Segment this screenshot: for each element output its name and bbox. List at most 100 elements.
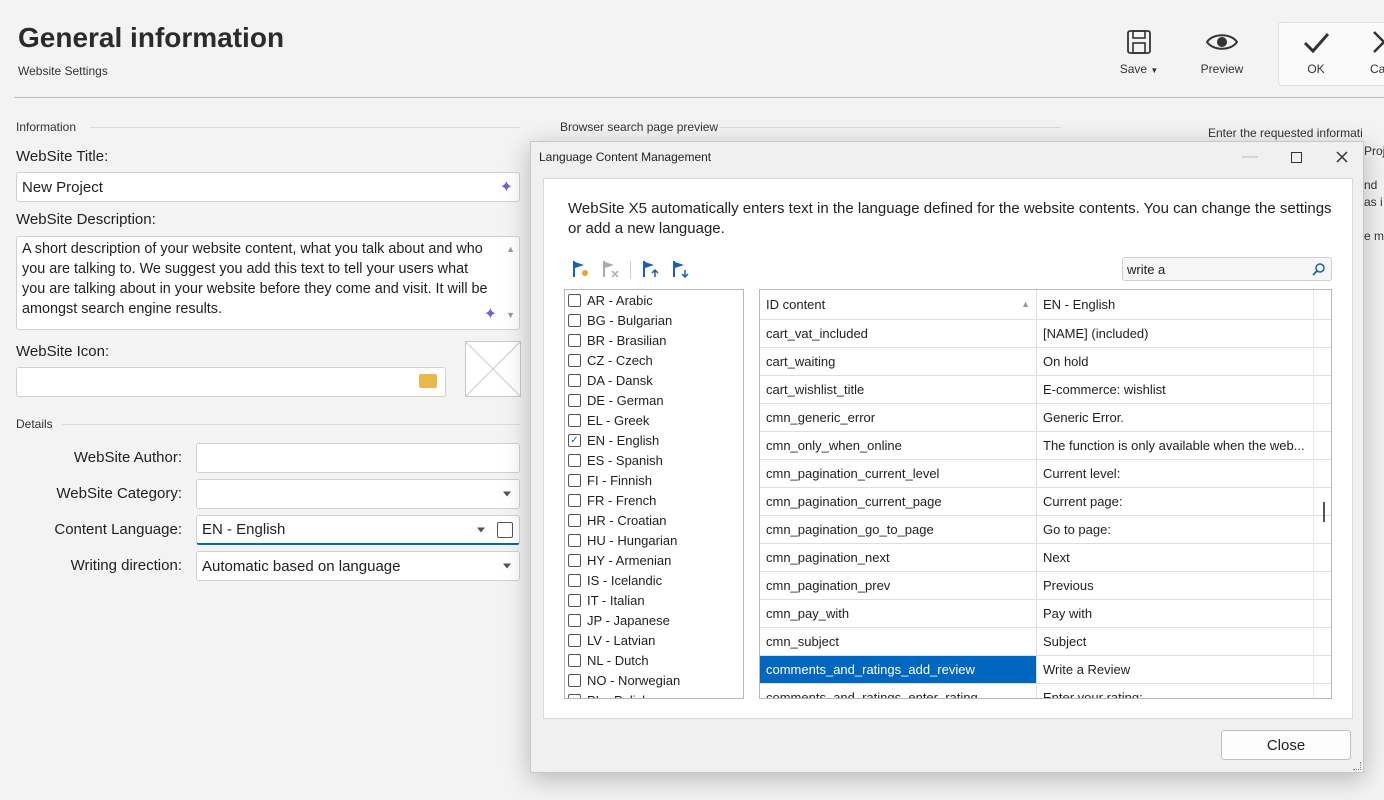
table-row[interactable]: cart_vat_included [NAME] (included) — [760, 320, 1331, 348]
table-row[interactable]: cmn_pagination_current_page Current page: — [760, 488, 1331, 516]
checkbox[interactable] — [568, 293, 581, 307]
content-language-select[interactable]: EN - English — [196, 515, 520, 545]
export-language-button[interactable] — [670, 259, 692, 281]
checkbox[interactable] — [568, 653, 581, 667]
table-row[interactable]: cmn_pay_with Pay with — [760, 600, 1331, 628]
language-item[interactable]: DE - German — [565, 390, 743, 410]
website-icon-field[interactable] — [16, 367, 446, 397]
save-button[interactable]: Save ▼ — [1107, 28, 1171, 84]
content-id-cell[interactable]: cmn_pagination_current_page — [760, 488, 1037, 515]
table-row[interactable]: cmn_pagination_next Next — [760, 544, 1331, 572]
content-value-cell[interactable]: Next — [1037, 544, 1314, 571]
dialog-close-button[interactable]: Close — [1221, 730, 1351, 760]
language-item[interactable]: IS - Icelandic — [565, 570, 743, 590]
language-item[interactable]: FR - French — [565, 490, 743, 510]
checkbox[interactable] — [568, 673, 581, 687]
checkbox[interactable] — [568, 493, 581, 507]
ai-sparkle-icon[interactable]: ✦ — [484, 305, 497, 325]
content-id-cell[interactable]: cmn_pagination_current_level — [760, 460, 1037, 487]
dialog-close-x-button[interactable] — [1319, 142, 1365, 172]
content-value-cell[interactable]: Generic Error. — [1037, 404, 1314, 431]
website-title-field[interactable]: New Project ✦ — [16, 172, 520, 202]
remove-language-button[interactable] — [600, 259, 622, 281]
table-row[interactable]: cart_wishlist_title E-commerce: wishlist — [760, 376, 1331, 404]
content-id-cell[interactable]: cart_vat_included — [760, 320, 1037, 347]
checkbox[interactable] — [568, 513, 581, 527]
content-value-cell[interactable]: On hold — [1037, 348, 1314, 375]
language-item[interactable]: JP - Japanese — [565, 610, 743, 630]
language-item[interactable]: AR - Arabic — [565, 290, 743, 310]
resize-grip[interactable] — [1353, 762, 1361, 770]
table-row[interactable]: cmn_generic_error Generic Error. — [760, 404, 1331, 432]
scroll-down-icon[interactable]: ▼ — [506, 305, 515, 325]
import-language-button[interactable] — [640, 259, 662, 281]
content-id-cell[interactable]: cmn_subject — [760, 628, 1037, 655]
content-value-cell[interactable]: Write a Review — [1037, 656, 1314, 683]
writing-direction-select[interactable]: Automatic based on language — [196, 551, 520, 581]
checkbox[interactable] — [568, 473, 581, 487]
content-value-cell[interactable]: Pay with — [1037, 600, 1314, 627]
checkbox[interactable] — [568, 533, 581, 547]
preview-button[interactable]: Preview — [1190, 28, 1254, 84]
checkbox[interactable] — [568, 573, 581, 587]
table-row[interactable]: comments_and_ratings_enter_rating Enter y… — [760, 684, 1331, 698]
language-item[interactable]: IT - Italian — [565, 590, 743, 610]
scroll-up-icon[interactable]: ▲ — [506, 239, 515, 259]
language-item[interactable]: HU - Hungarian — [565, 530, 743, 550]
table-row[interactable]: cmn_only_when_online The function is only… — [760, 432, 1331, 460]
search-icon[interactable] — [1312, 263, 1325, 276]
ok-button[interactable]: OK — [1284, 28, 1348, 84]
table-row[interactable]: cmn_pagination_go_to_page Go to page: — [760, 516, 1331, 544]
content-value-cell[interactable]: Current level: — [1037, 460, 1314, 487]
content-id-cell[interactable]: cmn_pagination_prev — [760, 572, 1037, 599]
folder-icon[interactable] — [419, 374, 437, 388]
website-icon-preview[interactable] — [465, 341, 521, 397]
checkbox[interactable] — [568, 373, 581, 387]
content-value-cell[interactable]: Enter your rating: — [1037, 684, 1314, 698]
checkbox[interactable] — [568, 353, 581, 367]
column-header-id[interactable]: ID content ▲ — [760, 290, 1037, 319]
language-item[interactable]: BG - Bulgarian — [565, 310, 743, 330]
checkbox[interactable] — [568, 393, 581, 407]
ai-sparkle-icon[interactable]: ✦ — [500, 177, 513, 197]
content-id-cell[interactable]: cart_wishlist_title — [760, 376, 1037, 403]
checkbox[interactable] — [568, 553, 581, 567]
table-row[interactable]: cmn_pagination_current_level Current leve… — [760, 460, 1331, 488]
table-row[interactable]: comments_and_ratings_add_review Write a R… — [760, 656, 1331, 684]
cancel-button[interactable]: Ca — [1350, 28, 1384, 84]
content-id-cell[interactable]: cmn_pagination_next — [760, 544, 1037, 571]
language-item[interactable]: NL - Dutch — [565, 650, 743, 670]
content-id-cell[interactable]: cmn_only_when_online — [760, 432, 1037, 459]
language-item[interactable]: ✓ EN - English — [565, 430, 743, 450]
checkbox[interactable] — [568, 613, 581, 627]
checkbox-checked[interactable]: ✓ — [568, 433, 581, 447]
checkbox[interactable] — [568, 593, 581, 607]
language-item[interactable]: HR - Croatian — [565, 510, 743, 530]
checkbox[interactable] — [568, 313, 581, 327]
search-input[interactable]: write a — [1122, 257, 1332, 281]
content-id-cell[interactable]: cmn_pagination_go_to_page — [760, 516, 1037, 543]
checkbox[interactable] — [568, 413, 581, 427]
grid-scrollbar-thumb[interactable] — [1323, 502, 1325, 522]
checkbox[interactable] — [568, 693, 581, 698]
content-id-cell[interactable]: cmn_generic_error — [760, 404, 1037, 431]
content-value-cell[interactable]: The function is only available when the … — [1037, 432, 1314, 459]
language-item[interactable]: LV - Latvian — [565, 630, 743, 650]
column-header-language[interactable]: EN - English — [1037, 290, 1314, 319]
website-description-field[interactable]: A short description of your website cont… — [16, 236, 520, 330]
edit-language-icon[interactable] — [497, 522, 513, 538]
language-item[interactable]: EL - Greek — [565, 410, 743, 430]
content-id-cell[interactable]: comments_and_ratings_add_review — [760, 656, 1037, 683]
language-item[interactable]: HY - Armenian — [565, 550, 743, 570]
language-item[interactable]: FI - Finnish — [565, 470, 743, 490]
checkbox[interactable] — [568, 453, 581, 467]
table-row[interactable]: cmn_subject Subject — [760, 628, 1331, 656]
language-item[interactable]: ES - Spanish — [565, 450, 743, 470]
language-item[interactable]: BR - Brasilian — [565, 330, 743, 350]
table-row[interactable]: cmn_pagination_prev Previous — [760, 572, 1331, 600]
content-value-cell[interactable]: Current page: — [1037, 488, 1314, 515]
add-language-button[interactable] — [570, 259, 592, 281]
content-value-cell[interactable]: [NAME] (included) — [1037, 320, 1314, 347]
minimize-button[interactable]: — — [1227, 142, 1273, 172]
table-row[interactable]: cart_waiting On hold — [760, 348, 1331, 376]
